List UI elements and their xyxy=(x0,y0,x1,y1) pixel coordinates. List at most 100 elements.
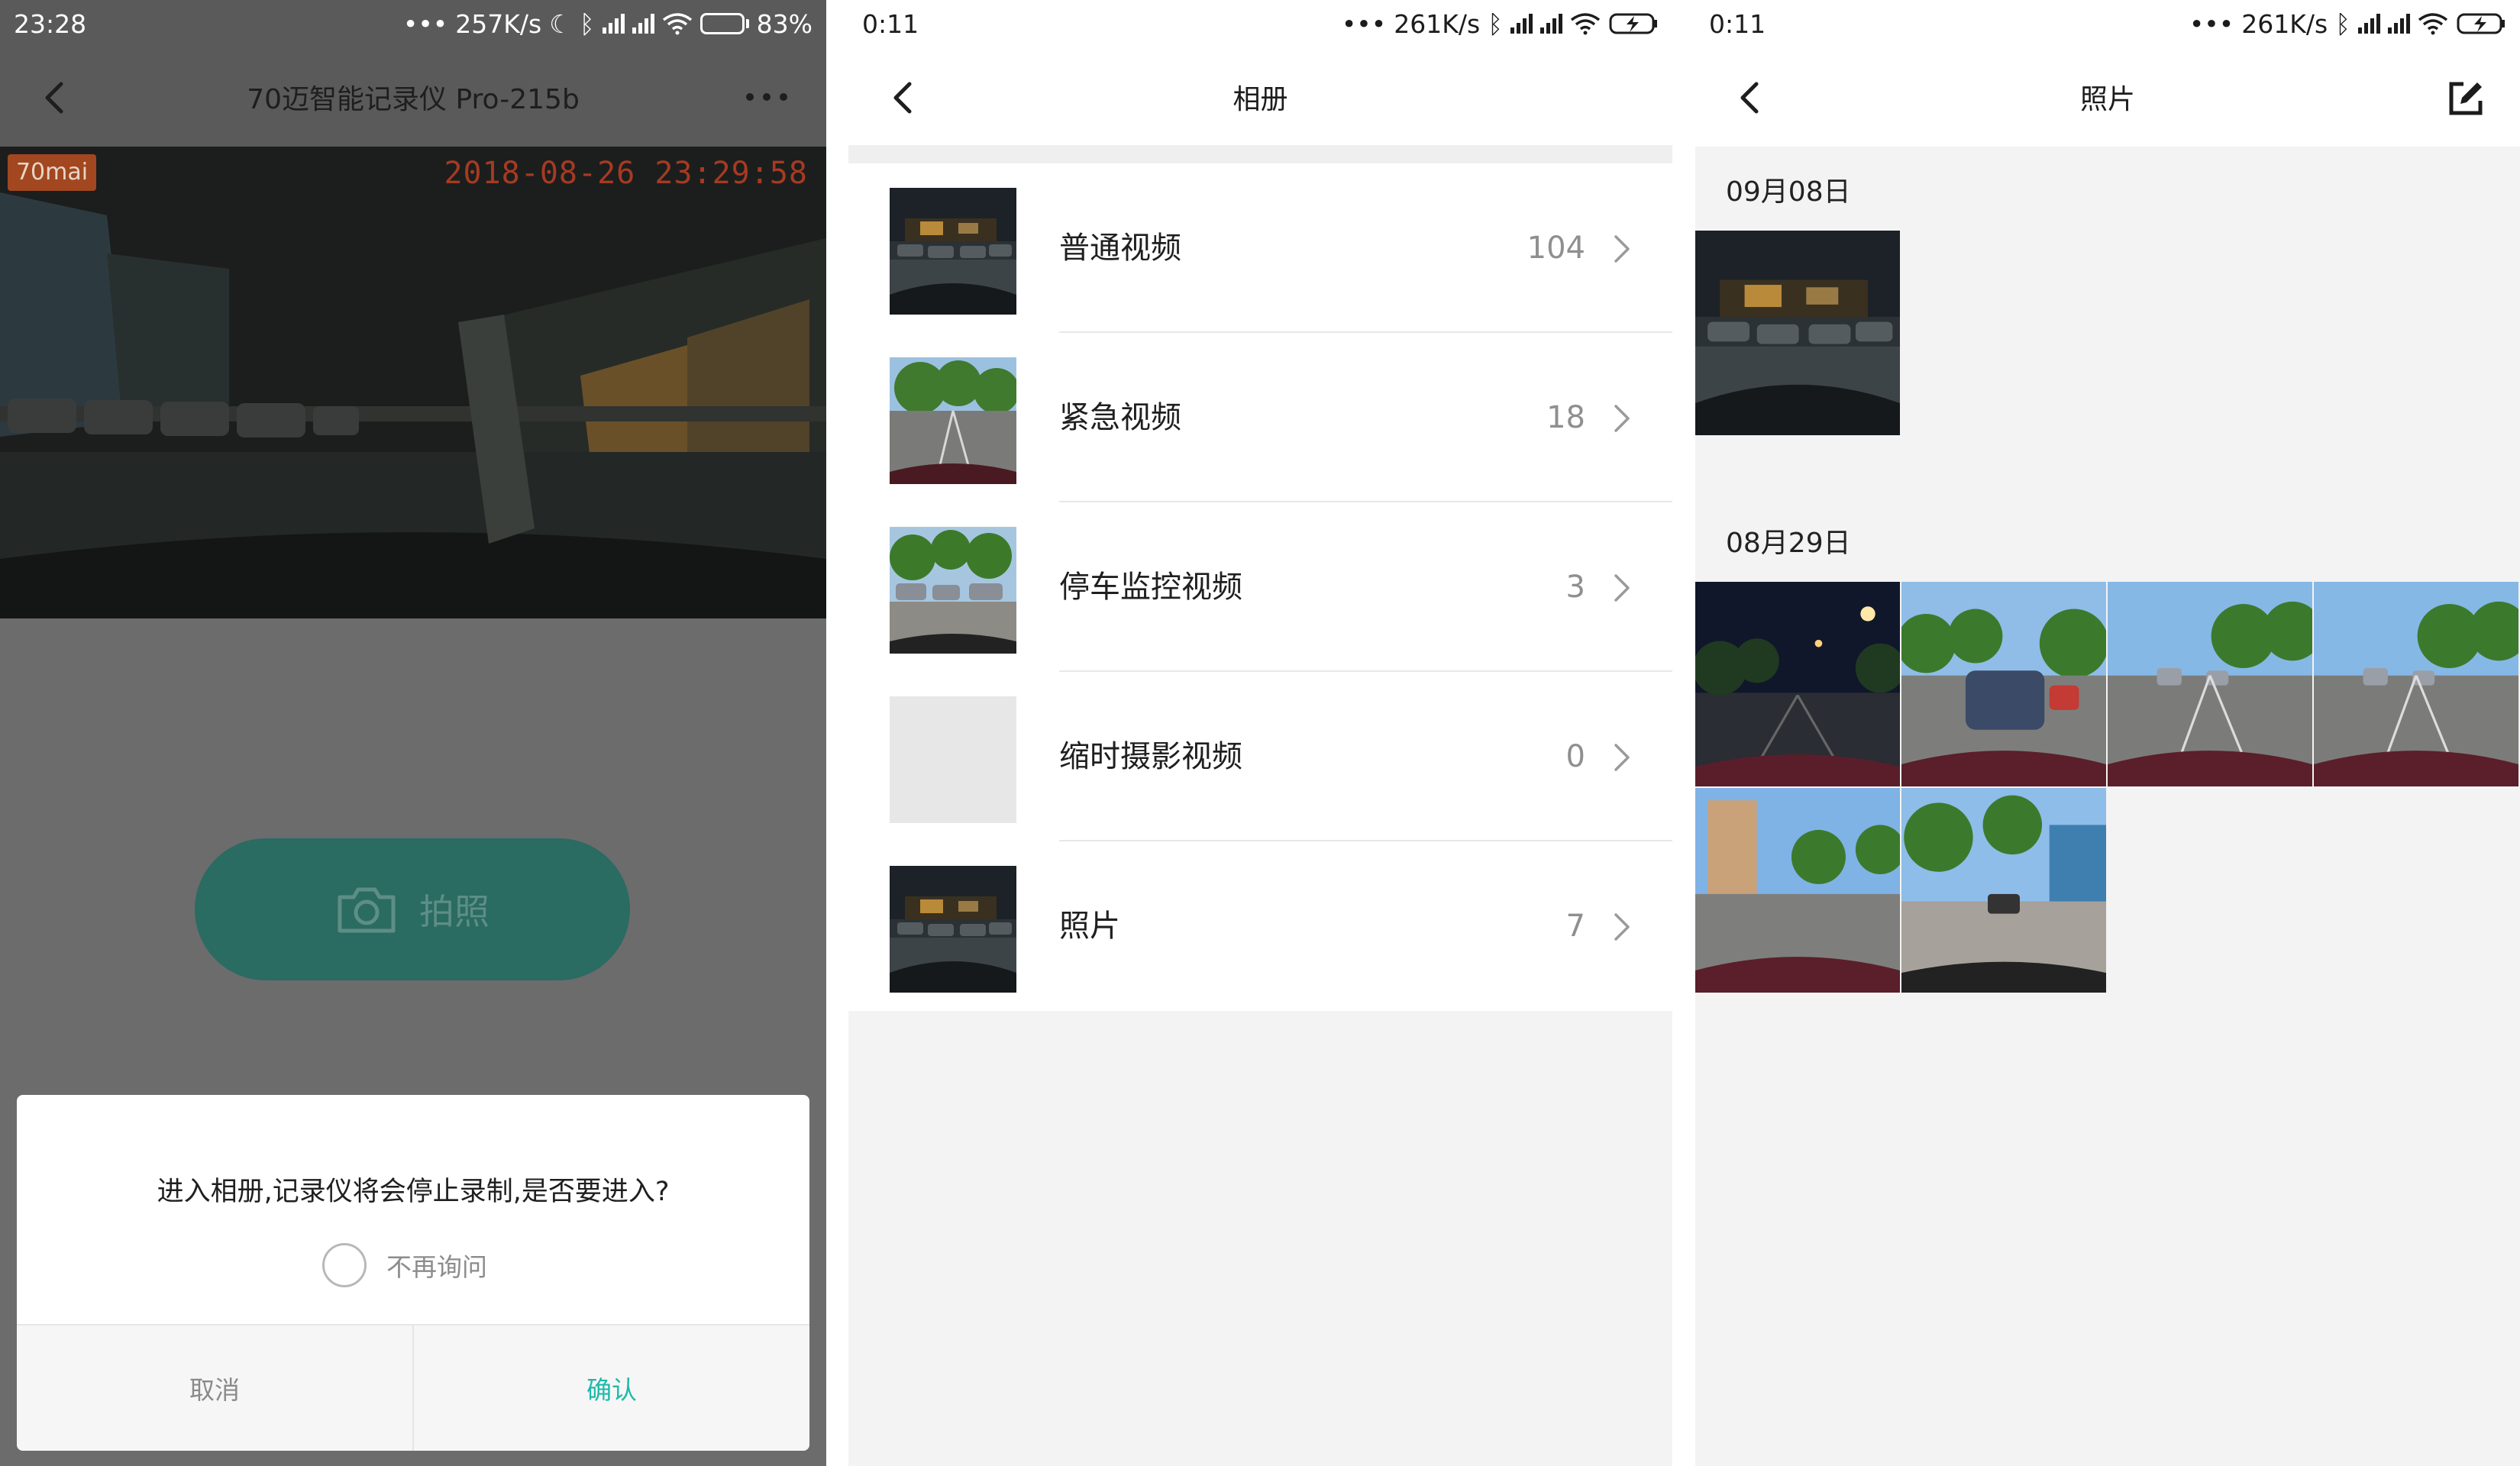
signal-icon-2 xyxy=(2388,14,2410,34)
wifi-icon xyxy=(2418,13,2448,35)
photo-thumbnail xyxy=(1901,582,2106,786)
status-ellipsis: ••• xyxy=(1341,8,1387,39)
photo-tile[interactable] xyxy=(2108,582,2312,786)
status-ellipsis: ••• xyxy=(402,8,448,39)
album-name: 照片 xyxy=(1059,909,1120,944)
dont-ask-again-label: 不再询问 xyxy=(386,1252,487,1282)
chevron-right-icon xyxy=(1614,744,1630,771)
status-time: 0:11 xyxy=(1709,8,1766,39)
screenshot-collage: 23:28 ••• 257K/s ☾ ᛒ 83% 70迈智能记录仪 Pro-21… xyxy=(0,0,2520,1466)
battery-icon xyxy=(699,13,749,34)
album-count: 104 xyxy=(1527,231,1585,266)
album-row[interactable]: 缩时摄影视频 0 xyxy=(848,672,1672,841)
battery-charging-icon xyxy=(2457,13,2505,34)
album-name: 紧急视频 xyxy=(1059,400,1181,435)
album-thumbnail xyxy=(890,188,1016,315)
cancel-button[interactable]: 取消 xyxy=(17,1326,414,1451)
dont-ask-again-option[interactable]: 不再询问 xyxy=(322,1243,487,1287)
photo-tile[interactable] xyxy=(1695,582,1900,786)
chevron-right-icon xyxy=(1614,574,1630,602)
album-row[interactable]: 停车监控视频 3 xyxy=(848,502,1672,672)
page-title: 70迈智能记录仪 Pro-215b xyxy=(247,84,580,115)
recorder-live-screen: 23:28 ••• 257K/s ☾ ᛒ 83% 70迈智能记录仪 Pro-21… xyxy=(0,0,826,1466)
capture-button[interactable]: 拍照 xyxy=(195,838,630,980)
dialog-buttons: 取消 确认 xyxy=(17,1324,809,1451)
status-bar: 0:11 ••• 261K/s ᛒ xyxy=(1695,0,2520,47)
date-header: 08月29日 xyxy=(1726,528,1851,559)
battery-percent: 83% xyxy=(756,8,813,39)
wifi-icon xyxy=(662,13,692,35)
photo-tile[interactable] xyxy=(2314,582,2518,786)
video-camera-icon xyxy=(903,965,1016,993)
edit-icon[interactable] xyxy=(2447,79,2485,118)
status-speed: 261K/s xyxy=(1394,8,1481,39)
photo-thumbnail xyxy=(1695,582,1900,786)
bluetooth-icon: ᛒ xyxy=(2335,8,2350,39)
status-speed: 261K/s xyxy=(2241,8,2328,39)
album-row[interactable]: 普通视频 104 xyxy=(848,163,1672,333)
status-bar: 23:28 ••• 257K/s ☾ ᛒ 83% xyxy=(0,0,826,47)
status-time: 0:11 xyxy=(862,8,919,39)
album-list: 普通视频 104 紧急视频 18 停车监控视频 3 缩时摄影视频 0 照片 7 xyxy=(848,163,1672,1011)
signal-icon xyxy=(1510,14,1533,34)
video-camera-icon xyxy=(903,796,1016,823)
status-bar: 0:11 ••• 261K/s ᛒ xyxy=(848,0,1672,47)
recording-timestamp: 2018-08-26 23:29:58 xyxy=(444,156,808,191)
more-dots-icon[interactable] xyxy=(742,86,791,108)
signal-icon xyxy=(602,14,625,34)
album-name: 普通视频 xyxy=(1059,231,1181,266)
camera-icon xyxy=(338,887,396,933)
bluetooth-icon: ᛒ xyxy=(579,8,595,39)
photo-thumbnail xyxy=(2314,582,2518,786)
album-thumbnail xyxy=(890,357,1016,484)
photo-tile[interactable] xyxy=(1695,231,1900,435)
status-ellipsis: ••• xyxy=(2189,8,2234,39)
capture-label: 拍照 xyxy=(419,891,489,932)
moon-icon: ☾ xyxy=(549,8,572,39)
album-count: 0 xyxy=(1565,739,1585,774)
album-count: 3 xyxy=(1565,570,1585,605)
date-header: 09月08日 xyxy=(1726,176,1851,208)
video-camera-icon xyxy=(903,457,1016,484)
nav-bar: 相册 xyxy=(848,47,1672,147)
video-camera-icon xyxy=(903,287,1016,315)
album-thumbnail xyxy=(890,696,1016,823)
page-title: 相册 xyxy=(1233,84,1288,115)
page-title: 照片 xyxy=(2079,84,2135,115)
photo-thumbnail xyxy=(2108,582,2312,786)
album-thumbnail xyxy=(890,866,1016,993)
photo-tile[interactable] xyxy=(1901,788,2106,993)
chevron-left-icon[interactable] xyxy=(38,79,75,116)
brand-logo: 70mai xyxy=(8,154,96,191)
bluetooth-icon: ᛒ xyxy=(1488,8,1503,39)
video-camera-icon xyxy=(903,626,1016,654)
status-time: 23:28 xyxy=(14,8,87,39)
photo-thumbnail xyxy=(1695,231,1900,435)
chevron-left-icon[interactable] xyxy=(1733,79,1770,116)
live-preview[interactable]: 70mai 2018-08-26 23:29:58 xyxy=(0,147,826,618)
signal-icon-2 xyxy=(632,14,654,34)
album-thumbnail xyxy=(890,527,1016,654)
album-name: 停车监控视频 xyxy=(1059,570,1242,605)
section-divider xyxy=(848,145,1672,163)
confirm-button[interactable]: 确认 xyxy=(414,1326,809,1451)
photo-tile[interactable] xyxy=(1695,788,1900,993)
dont-ask-again-checkbox[interactable] xyxy=(322,1243,367,1287)
nav-bar: 照片 xyxy=(1695,47,2520,147)
album-list-screen: 0:11 ••• 261K/s ᛒ 相册 普通视频 104 紧急视频 18 停车监控视频… xyxy=(848,0,1672,1466)
album-row[interactable]: 照片 7 xyxy=(848,841,1672,1011)
chevron-right-icon xyxy=(1614,405,1630,432)
signal-icon-2 xyxy=(1540,14,1562,34)
album-count: 7 xyxy=(1565,909,1585,944)
chevron-right-icon xyxy=(1614,235,1630,263)
album-row[interactable]: 紧急视频 18 xyxy=(848,333,1672,502)
chevron-left-icon[interactable] xyxy=(887,79,923,116)
album-count: 18 xyxy=(1546,400,1585,435)
wifi-icon xyxy=(1570,13,1601,35)
photo-thumbnail xyxy=(1901,788,2106,993)
photo-tile[interactable] xyxy=(1901,582,2106,786)
battery-charging-icon xyxy=(1609,13,1657,34)
nav-bar: 70迈智能记录仪 Pro-215b xyxy=(0,47,826,147)
photo-grid-screen: 0:11 ••• 261K/s ᛒ 照片 09月08日 08月29日 xyxy=(1695,0,2520,1466)
album-name: 缩时摄影视频 xyxy=(1059,739,1242,774)
